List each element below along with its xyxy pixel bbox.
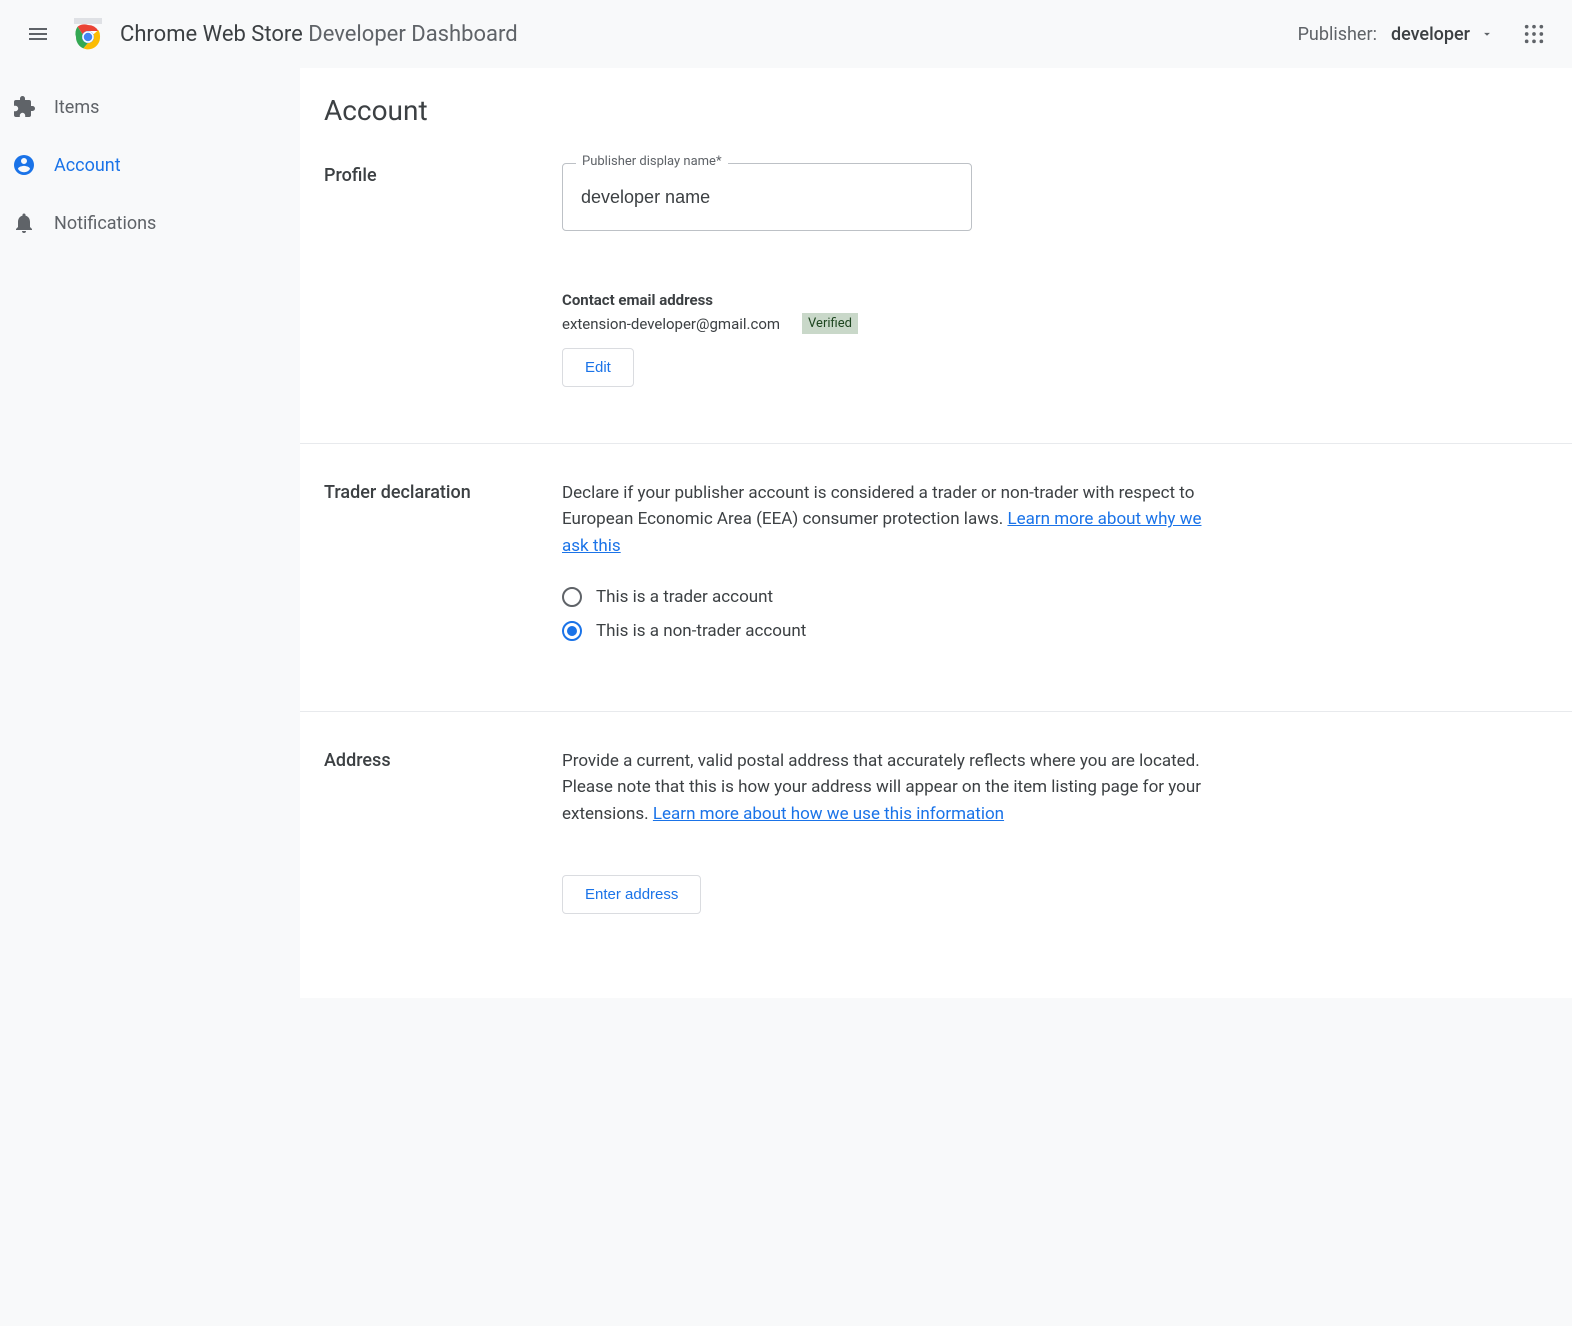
radio-non-trader-account[interactable]: This is a non-trader account	[562, 621, 1202, 641]
display-name-input[interactable]	[562, 163, 972, 231]
publisher-value: developer	[1391, 24, 1470, 45]
main-content: Account Profile Publisher display name* …	[300, 68, 1572, 998]
trader-description: Declare if your publisher account is con…	[562, 480, 1202, 559]
section-label-trader: Trader declaration	[324, 480, 562, 655]
display-name-label: Publisher display name*	[576, 154, 728, 169]
sidebar-item-label: Notifications	[54, 213, 156, 234]
chrome-web-store-logo	[70, 16, 106, 52]
menu-button[interactable]	[16, 12, 60, 56]
apps-grid-icon	[1523, 23, 1545, 45]
chrome-icon	[72, 18, 104, 50]
address-description: Provide a current, valid postal address …	[562, 748, 1202, 827]
sidebar-item-notifications[interactable]: Notifications	[0, 194, 300, 252]
verified-badge: Verified	[802, 313, 858, 334]
app-title: Chrome Web Store Developer Dashboard	[120, 22, 518, 47]
radio-trader-account[interactable]: This is a trader account	[562, 587, 1202, 607]
publisher-select[interactable]: developer	[1391, 24, 1494, 45]
contact-email-value: extension-developer@gmail.com	[562, 315, 780, 333]
hamburger-icon	[26, 22, 50, 46]
section-label-profile: Profile	[324, 163, 562, 387]
app-title-strong: Chrome Web Store	[120, 22, 303, 47]
google-apps-button[interactable]	[1512, 12, 1556, 56]
sidebar: Items Account Notifications	[0, 68, 300, 998]
dropdown-icon	[1480, 27, 1494, 41]
page-title: Account	[300, 68, 1572, 127]
publisher-label: Publisher:	[1298, 24, 1377, 45]
address-learn-more-link[interactable]: Learn more about how we use this informa…	[653, 804, 1004, 824]
sidebar-item-label: Items	[54, 97, 99, 118]
bell-icon	[12, 211, 36, 235]
radio-icon-selected	[562, 621, 582, 641]
contact-email-label: Contact email address	[562, 291, 1202, 309]
radio-label: This is a non-trader account	[596, 621, 806, 641]
section-address: Address Provide a current, valid postal …	[300, 712, 1572, 970]
sidebar-item-account[interactable]: Account	[0, 136, 300, 194]
extension-icon	[12, 95, 36, 119]
sidebar-item-items[interactable]: Items	[0, 78, 300, 136]
app-title-light: Developer Dashboard	[308, 22, 517, 47]
radio-icon	[562, 587, 582, 607]
section-trader: Trader declaration Declare if your publi…	[300, 444, 1572, 712]
radio-label: This is a trader account	[596, 587, 773, 607]
sidebar-item-label: Account	[54, 155, 121, 176]
app-header: Chrome Web Store Developer Dashboard Pub…	[0, 0, 1572, 68]
publisher-display-name-field: Publisher display name*	[562, 163, 972, 231]
account-circle-icon	[12, 153, 36, 177]
section-label-address: Address	[324, 748, 562, 914]
enter-address-button[interactable]: Enter address	[562, 875, 701, 914]
edit-email-button[interactable]: Edit	[562, 348, 634, 387]
section-profile: Profile Publisher display name* Contact …	[300, 127, 1572, 444]
